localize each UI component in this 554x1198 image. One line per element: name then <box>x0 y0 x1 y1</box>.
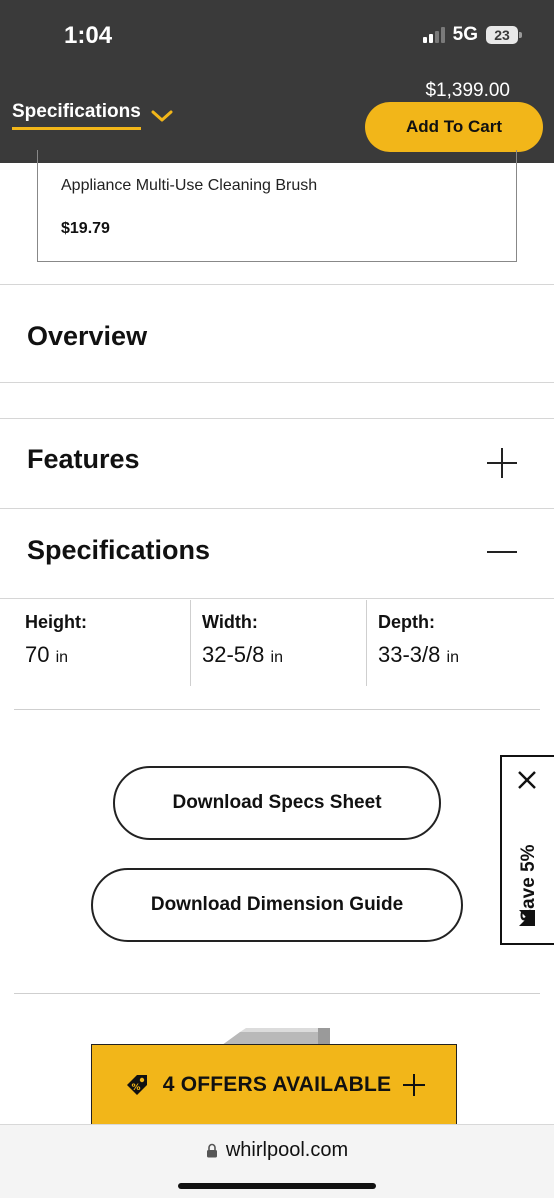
collapse-minus-icon[interactable] <box>487 537 517 567</box>
section-jump-dropdown[interactable]: Specifications <box>12 101 173 130</box>
features-heading[interactable]: Features <box>27 444 140 475</box>
save-offer-tab[interactable]: Save 5% <box>500 755 554 945</box>
lock-icon <box>206 1143 217 1158</box>
offers-available-button[interactable]: % 4 OFFERS AVAILABLE <box>91 1044 457 1126</box>
divider <box>0 508 554 509</box>
status-time: 1:04 <box>64 22 113 49</box>
url-text: whirlpool.com <box>225 1139 349 1161</box>
svg-text:%: % <box>131 1083 140 1093</box>
close-icon[interactable] <box>516 769 538 791</box>
plus-icon <box>403 1074 426 1096</box>
offers-label: 4 OFFERS AVAILABLE <box>162 1073 392 1096</box>
divider <box>0 382 554 383</box>
width-spec: Width: 32-5/8 in <box>190 600 366 686</box>
download-dimension-guide-button[interactable]: Download Dimension Guide <box>91 868 463 942</box>
height-value: 70 in <box>25 642 69 667</box>
divider <box>0 598 554 599</box>
sticky-product-header: Specifications $1,399.00 Add To Cart <box>0 67 554 163</box>
home-indicator[interactable] <box>178 1183 376 1189</box>
add-to-cart-button[interactable]: Add To Cart <box>365 102 543 152</box>
accessory-name: Appliance Multi-Use Cleaning Brush <box>61 177 318 194</box>
url-display[interactable]: whirlpool.com <box>0 1139 554 1162</box>
width-value: 32-5/8 in <box>202 642 283 667</box>
browser-address-bar[interactable]: whirlpool.com <box>0 1124 554 1198</box>
divider <box>0 418 554 419</box>
status-bar: 1:04 5G 23 <box>0 0 554 67</box>
download-specs-sheet-button[interactable]: Download Specs Sheet <box>113 766 441 840</box>
status-indicators: 5G 23 <box>422 24 522 46</box>
tag-icon: % <box>126 1075 147 1095</box>
depth-value: 33-3/8 in <box>378 642 459 667</box>
width-label: Width: <box>202 612 258 632</box>
divider <box>0 284 554 285</box>
height-label: Height: <box>25 612 87 632</box>
section-jump-label: Specifications <box>12 101 141 130</box>
network-type: 5G <box>452 24 478 45</box>
expand-plus-icon[interactable] <box>487 448 517 478</box>
brand-logo-icon <box>519 910 535 926</box>
height-spec: Height: 70 in <box>0 600 190 686</box>
chevron-down-icon <box>151 110 173 121</box>
product-price: $1,399.00 <box>425 80 510 101</box>
overview-heading[interactable]: Overview <box>27 321 147 352</box>
depth-spec: Depth: 33-3/8 in <box>366 600 554 686</box>
depth-label: Depth: <box>378 612 435 632</box>
accessory-price: $19.79 <box>61 220 110 237</box>
accessory-card[interactable]: Appliance Multi-Use Cleaning Brush $19.7… <box>37 150 517 262</box>
divider <box>14 993 540 994</box>
divider <box>14 709 540 710</box>
signal-icon <box>422 27 445 43</box>
battery-icon: 23 <box>486 26 522 44</box>
specifications-heading[interactable]: Specifications <box>27 535 210 566</box>
